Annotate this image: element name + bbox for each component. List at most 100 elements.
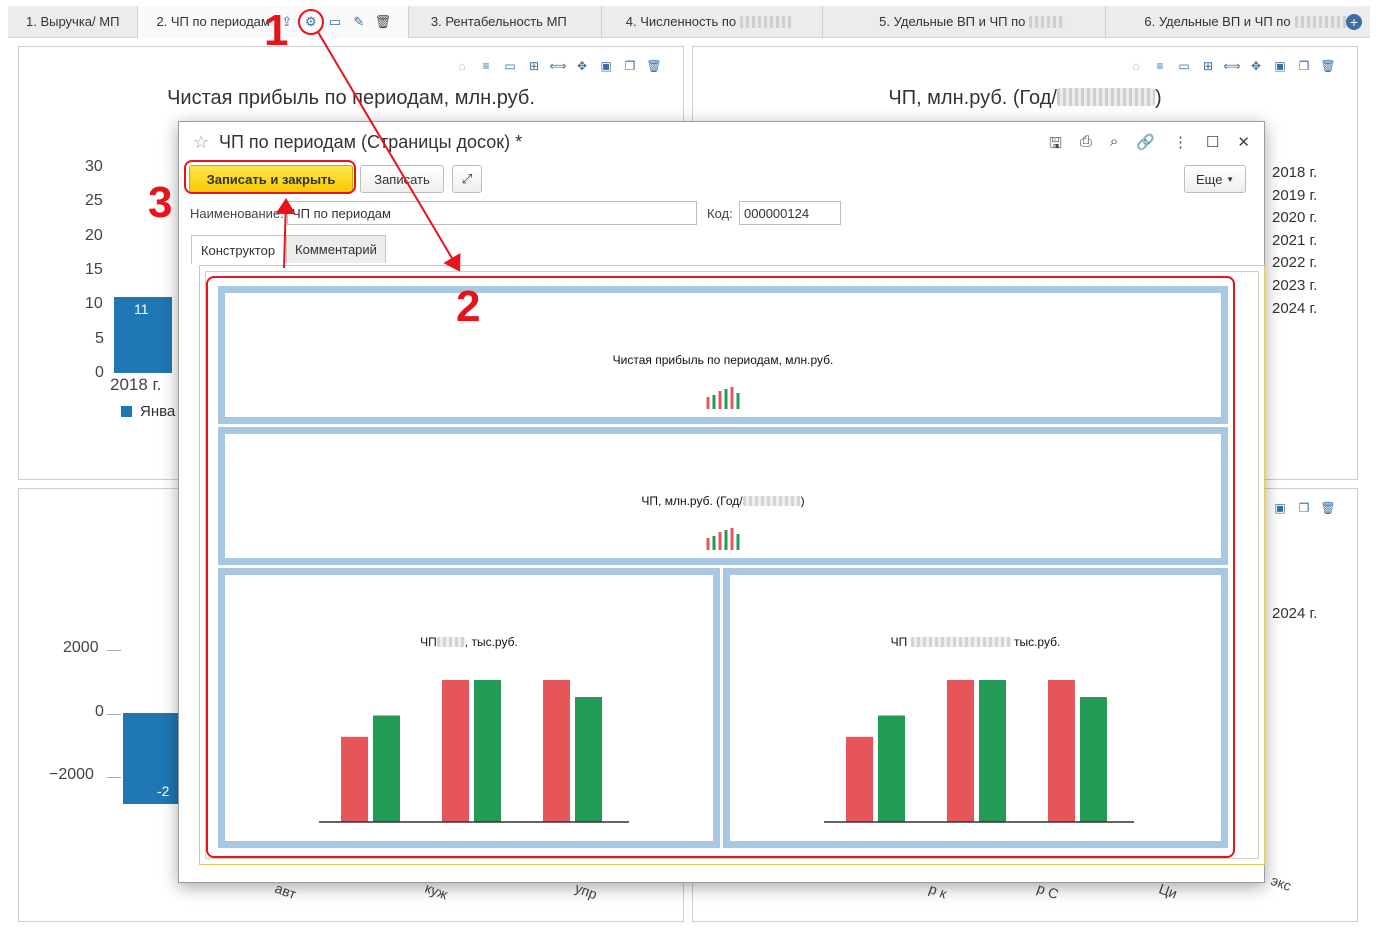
chart-edit-icon[interactable]: ▣ — [1273, 59, 1287, 73]
chart-edit-icon[interactable]: ▣ — [599, 59, 613, 73]
panel-toolbar: ⌂ ≡ ▭ ⊞ ⟺ ✥ ▣ ❐ 🗑 — [1129, 59, 1335, 73]
fit-icon[interactable]: ⟺ — [549, 59, 566, 73]
form-window-tools: 🖫 ⎙ ⌕ 🔗 ⋮ ☐ ✕ — [1049, 133, 1250, 158]
pencil-icon[interactable]: ✎ — [352, 14, 366, 29]
maximize-icon[interactable]: ☐ — [1206, 133, 1219, 158]
chart-edit-icon[interactable]: ▣ — [1273, 501, 1287, 515]
y-tick: 20 — [85, 227, 103, 244]
comment-icon[interactable]: ▭ — [503, 59, 517, 73]
home-icon[interactable]: ⌂ — [455, 59, 469, 73]
y-tick: 25 — [85, 192, 103, 209]
legend-item[interactable]: 2018 г. — [1259, 164, 1317, 181]
expand-icon: ⤢ — [461, 171, 473, 186]
list-icon[interactable]: ≡ — [1153, 59, 1167, 73]
legend-item[interactable]: 2019 г. — [1259, 187, 1317, 204]
tab-designer[interactable]: Конструктор — [191, 235, 285, 264]
tab-label: 3. Рентабельность МП — [430, 14, 567, 29]
chart-bar[interactable] — [123, 713, 181, 804]
legend-item[interactable]: 2024 г. — [1259, 300, 1317, 317]
preview-icon[interactable]: ⌕ — [1110, 133, 1118, 158]
gridline — [107, 714, 121, 715]
y-tick: 5 — [95, 330, 104, 347]
copy-icon[interactable]: ❐ — [1297, 59, 1311, 73]
y-tick: 0 — [95, 364, 104, 381]
tab-revenue[interactable]: 1. Выручка/ МП — [8, 5, 139, 38]
annotation-box-save-close — [184, 160, 356, 194]
legend-item[interactable]: 2022 г. — [1259, 254, 1317, 271]
panel-title-suffix: ) — [1154, 87, 1162, 109]
y-tick: 15 — [85, 261, 103, 278]
x-tick: упр — [572, 879, 600, 903]
panel-title: Чистая прибыль по периодам, млн.руб. — [167, 87, 535, 109]
redacted-text — [1294, 15, 1347, 28]
tab-profitability[interactable]: 3. Рентабельность МП — [409, 5, 602, 38]
tab-label: 6. Удельные ВП и ЧП по — [1144, 14, 1291, 29]
tab-specific-5[interactable]: 5. Удельные ВП и ЧП по — [823, 5, 1107, 38]
y-tick: 10 — [85, 295, 103, 312]
tab-label: 4. Численность по — [625, 14, 737, 29]
legend-label: 2019 г. — [1272, 186, 1318, 204]
annotation-number: 2 — [456, 282, 481, 331]
x-tick: куж — [422, 879, 450, 903]
delete-icon[interactable]: 🗑 — [375, 14, 392, 29]
home-icon[interactable]: ⌂ — [1129, 59, 1143, 73]
redacted-text — [740, 15, 793, 28]
y-tick: 30 — [85, 158, 103, 175]
annotation-box-gear — [298, 9, 324, 35]
panel-title-text: ЧП, млн.руб. (Год/ — [888, 87, 1057, 109]
tab-label: 1. Выручка/ МП — [26, 14, 120, 29]
panel-toolbar: ▣ ❐ 🗑 — [1273, 501, 1335, 515]
legend-item[interactable]: 2024 г. — [1259, 605, 1317, 622]
copy-icon[interactable]: ❐ — [1297, 501, 1311, 515]
name-input[interactable] — [287, 201, 697, 225]
more-label: Еще — [1196, 171, 1223, 187]
delete-icon[interactable]: 🗑 — [1320, 59, 1335, 73]
legend-item[interactable]: 2020 г. — [1259, 209, 1317, 226]
gridline — [107, 650, 121, 651]
more-button[interactable]: Еще ▼ — [1184, 165, 1246, 193]
expand-button[interactable]: ⤢ — [452, 165, 482, 193]
code-input[interactable] — [739, 201, 841, 225]
legend-item[interactable]: 2021 г. — [1259, 232, 1317, 249]
redacted-text — [1029, 15, 1066, 28]
annotation-number: 3 — [148, 178, 173, 227]
move-icon[interactable]: ✥ — [575, 59, 589, 73]
y-tick: 2000 — [63, 639, 99, 656]
legend-item[interactable]: 2023 г. — [1259, 277, 1317, 294]
delete-icon[interactable]: 🗑 — [1320, 501, 1335, 515]
move-icon[interactable]: ✥ — [1249, 59, 1263, 73]
save-button[interactable]: Записать — [360, 165, 444, 193]
link-icon[interactable]: 🔗 — [1136, 133, 1155, 158]
legend-item[interactable]: Янва — [121, 403, 175, 420]
tab-headcount[interactable]: 4. Численность по — [602, 5, 824, 38]
legend-label: 2021 г. — [1272, 231, 1318, 249]
annotation-number: 1 — [264, 6, 289, 55]
annotation-box-designer — [206, 276, 1235, 858]
legend-label: 2024 г. — [1272, 299, 1318, 317]
code-label: Код: — [707, 206, 733, 221]
close-icon[interactable]: ✕ — [1237, 133, 1250, 158]
delete-icon[interactable]: 🗑 — [646, 59, 661, 73]
bar-value-label: -2 — [157, 783, 170, 799]
panel-toolbar: ⌂ ≡ ▭ ⊞ ⟺ ✥ ▣ ❐ 🗑 — [455, 59, 661, 73]
fit-icon[interactable]: ⟺ — [1223, 59, 1240, 73]
tab-label: 5. Удельные ВП и ЧП по — [879, 14, 1026, 29]
x-tick: 2018 г. — [110, 375, 162, 394]
tab-specific-6[interactable]: 6. Удельные ВП и ЧП по — [1106, 6, 1376, 38]
table-icon[interactable]: ⊞ — [1201, 59, 1215, 73]
chevron-down-icon: ▼ — [1226, 174, 1234, 184]
list-icon[interactable]: ≡ — [479, 59, 493, 73]
save-icon[interactable]: 🖫 — [1049, 133, 1062, 158]
tab-label: 2. ЧП по периодам — [156, 14, 270, 29]
add-tab-icon[interactable]: + — [1346, 14, 1362, 30]
comment-icon[interactable]: ▭ — [1177, 59, 1191, 73]
print-icon[interactable]: ⎙ — [1080, 133, 1092, 158]
tab-comment[interactable]: Комментарий — [286, 235, 386, 263]
copy-icon[interactable]: ❐ — [623, 59, 637, 73]
comment-icon[interactable]: ▭ — [328, 14, 342, 29]
table-icon[interactable]: ⊞ — [527, 59, 541, 73]
y-tick: 0 — [95, 703, 104, 720]
more-vert-icon[interactable]: ⋮ — [1173, 133, 1188, 158]
favorite-star-icon[interactable]: ☆ — [193, 132, 209, 153]
x-tick: р С — [1034, 879, 1061, 903]
